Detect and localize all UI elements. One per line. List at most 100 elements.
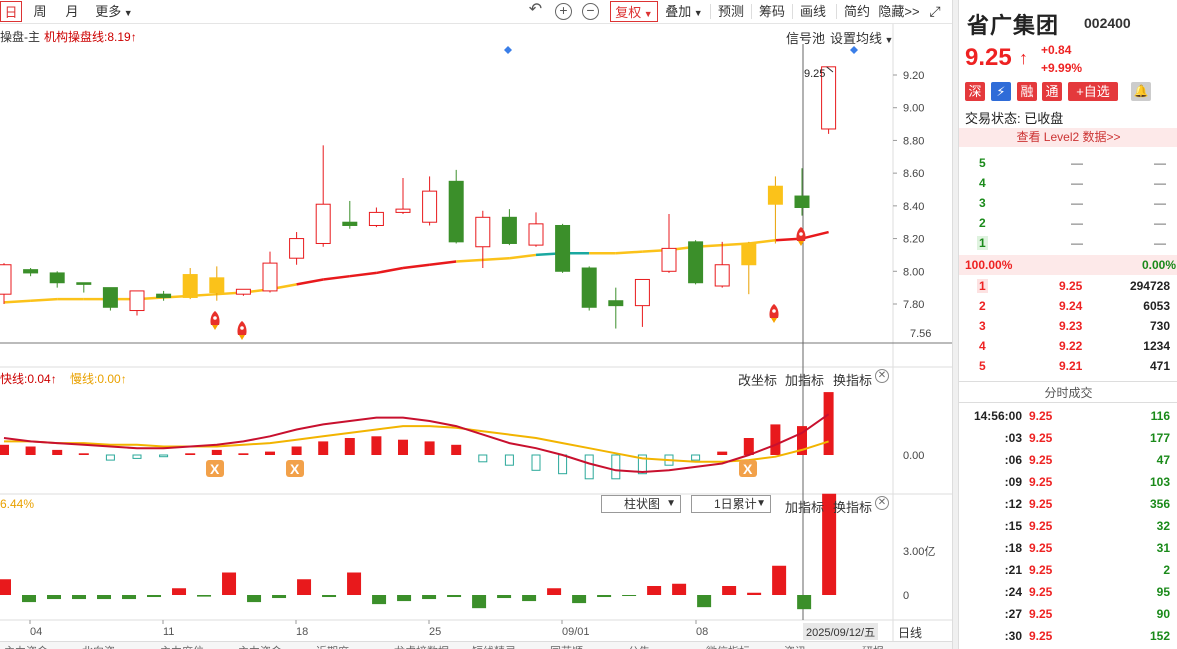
sell-order-row[interactable]: 3 — — [959, 193, 1177, 213]
zoom-in-icon[interactable]: + [555, 3, 572, 20]
zoom-out-icon[interactable]: − [582, 3, 599, 20]
sell-order-row[interactable]: 2 — — [959, 213, 1177, 233]
candle-body [581, 267, 597, 308]
buy-order-row[interactable]: 2 9.24 6053 [959, 296, 1177, 316]
hide-button[interactable]: 隐藏>> [878, 1, 920, 22]
bottom-tab[interactable]: 北向资 [82, 643, 115, 649]
change-axis-button[interactable]: 改坐标 [738, 370, 777, 389]
order-price: 9.22 [1059, 339, 1083, 353]
fuquan-button[interactable]: 复权 ▼ [610, 1, 658, 22]
switch-indicator-button[interactable]: 换指标 [833, 370, 872, 389]
bell-icon[interactable]: 🔔 [1131, 82, 1151, 101]
buy-order-row[interactable]: 4 9.22 1234 [959, 336, 1177, 356]
macd-bar [584, 454, 594, 480]
order-price: 9.21 [1059, 359, 1083, 373]
price-axis-low-label: 7.56 [910, 328, 931, 340]
buy-order-row[interactable]: 5 9.21 471 [959, 356, 1177, 376]
lightning-icon[interactable]: ⚡ [991, 82, 1011, 101]
chart-type-select[interactable]: 柱状图 ▼ [601, 495, 681, 513]
ma-line-segment [456, 258, 483, 263]
macd-bar [743, 438, 754, 455]
overlay-button[interactable]: 叠加 ▼ [664, 1, 704, 22]
macd-bar [770, 424, 781, 455]
period-month-button[interactable]: 月 [60, 1, 84, 22]
period-week-button[interactable]: 周 [28, 1, 52, 22]
tag-shenzhen[interactable]: 深 [965, 82, 985, 101]
order-level: 5 [979, 359, 986, 373]
accum-select[interactable]: 1日累计 ▼ [691, 495, 771, 513]
arrow-up-icon: ↑ [120, 372, 127, 386]
chart-area[interactable]: 日 周 月 更多 ▼ ↶ + − 复权 ▼ 叠加 ▼ 预测 筹码 画线 简约 隐… [0, 0, 952, 649]
bottom-tab[interactable]: 主力资金 [238, 643, 282, 649]
close-icon[interactable]: ✕ [875, 496, 889, 510]
bottom-tab[interactable]: 微信指标 [706, 643, 750, 649]
sell-order-row[interactable]: 5 — — [959, 153, 1177, 173]
tick-volume: 90 [1156, 607, 1170, 621]
add-indicator-button[interactable]: 加指标 [785, 370, 824, 389]
period-day-button[interactable]: 日 [0, 1, 22, 22]
tick-time: :09 [1004, 475, 1022, 489]
candle-body [528, 223, 544, 246]
volume-bar [772, 565, 787, 595]
tick-volume: 31 [1156, 541, 1170, 555]
more-periods-button[interactable]: 更多 ▼ [92, 1, 136, 22]
tag-connect[interactable]: 通 [1042, 82, 1062, 101]
signal-pool-button[interactable]: 信号池 [786, 28, 825, 47]
simple-mode-button[interactable]: 简约 [842, 1, 872, 22]
macd-bar [0, 444, 9, 455]
tick-price: 9.25 [1029, 453, 1053, 467]
bottom-tab[interactable]: 短线精灵 [472, 643, 516, 649]
sell-order-row[interactable]: 4 — — [959, 173, 1177, 193]
price-axis-label: 8.20 [903, 234, 924, 246]
candle-body [209, 277, 225, 294]
order-price: 9.25 [1059, 279, 1083, 293]
set-ma-label: 设置均线 [830, 31, 883, 46]
tick-row: :30 9.25 152 [959, 625, 1177, 647]
volume-bar [422, 595, 437, 600]
volume-bar [47, 595, 62, 600]
add-watchlist-button[interactable]: +自选 [1068, 82, 1118, 101]
level2-link[interactable]: 查看 Level2 数据>> [959, 128, 1177, 147]
volume-bar [297, 579, 312, 595]
sell-order-row[interactable]: 1 — — [959, 233, 1177, 253]
main-indicator-name: 操盘-主 [0, 30, 40, 44]
date-label: 25 [429, 626, 442, 638]
fullscreen-icon[interactable]: ⤢ [926, 1, 944, 22]
tick-row: :06 9.25 47 [959, 449, 1177, 471]
tag-margin[interactable]: 融 [1017, 82, 1037, 101]
bottom-tab[interactable]: 龙虎榜数据 [394, 643, 449, 649]
tick-volume: 47 [1156, 453, 1170, 467]
date-label: 04 [30, 626, 43, 638]
bottom-tab[interactable]: 公告 [628, 643, 650, 649]
candle-body [741, 242, 757, 266]
order-level: 1 [977, 279, 988, 293]
cursor-date: 2025/09/12/五 [803, 623, 879, 640]
macd-bar [451, 444, 462, 455]
tick-row: :24 9.25 95 [959, 581, 1177, 603]
macd-bar [265, 451, 275, 455]
macd-bar [398, 439, 408, 455]
buy-order-row[interactable]: 3 9.23 730 [959, 316, 1177, 336]
bottom-tab[interactable]: 研报 [862, 643, 884, 649]
price-callout: 9.25 [804, 68, 825, 80]
volume-bar [272, 595, 287, 599]
forecast-button[interactable]: 预测 [716, 1, 746, 22]
add-indicator-button-vol[interactable]: 加指标 [785, 497, 824, 516]
fuquan-label: 复权 [615, 5, 642, 20]
chips-button[interactable]: 筹码 [757, 1, 787, 22]
buy-order-row[interactable]: 1 9.25 294728 [959, 276, 1177, 296]
bottom-tab[interactable]: 资讯 [784, 643, 806, 649]
stock-chart[interactable]: 9.20 9.00 8.80 8.60 8.40 8.20 8.00 7.80 7.56 9.25… [0, 24, 952, 641]
price-axis-label: 8.40 [903, 201, 924, 213]
bottom-tab[interactable]: 主力资金 [4, 643, 48, 649]
switch-indicator-button-vol[interactable]: 换指标 [833, 497, 872, 516]
close-icon[interactable]: ✕ [875, 369, 889, 383]
ratio-row: 100.00% 0.00% [959, 255, 1177, 275]
set-ma-button[interactable]: 设置均线 ▼ [830, 28, 893, 47]
price-axis-label: 8.80 [903, 135, 924, 147]
undo-icon[interactable]: ↶ [527, 2, 544, 20]
draw-line-button[interactable]: 画线 [798, 1, 828, 22]
bottom-tab[interactable]: 同花顺 [550, 643, 583, 649]
bottom-tab[interactable]: 主力席位 [160, 643, 204, 649]
bottom-tab[interactable]: 近期席 [316, 643, 349, 649]
